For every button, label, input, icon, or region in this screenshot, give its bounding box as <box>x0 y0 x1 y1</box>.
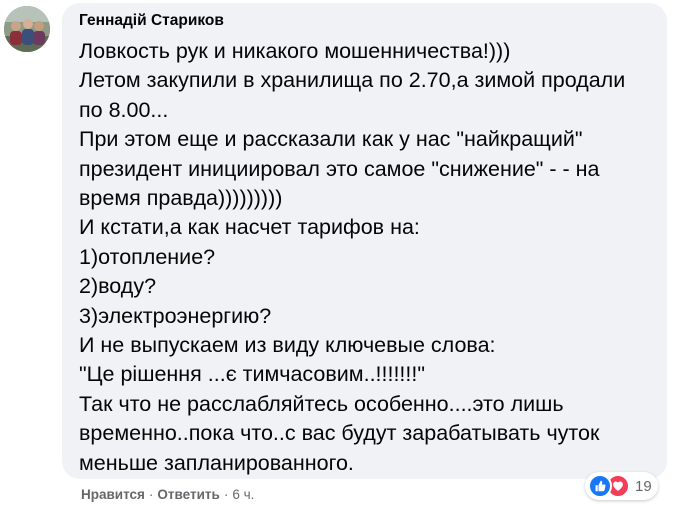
comment-text-line: по 8.00... <box>79 97 169 122</box>
comment-text-line: 2)воду? <box>79 274 157 299</box>
comment-author[interactable]: Геннадій Стариков <box>79 12 224 30</box>
comment-text-line: время правда))))))))) <box>79 186 283 211</box>
comment-actions: Нравится · Ответить · 6 ч. <box>81 487 254 502</box>
comment-text-line: 1)отопление? <box>79 244 216 269</box>
reaction-count: 19 <box>635 477 652 495</box>
comment-text-line: Летом закупили в хранилища по 2.70,а зим… <box>79 68 626 93</box>
comment-text-line: "Це рішення ...є тимчасовим..!!!!!!!" <box>79 362 425 387</box>
comment-text-line: президент инициировал это самое "снижени… <box>79 156 600 181</box>
comment-text-line: временно..пока что..с вас будут зарабаты… <box>79 421 600 446</box>
comment-text-line: И кстати,а как насчет тарифов на: <box>79 215 420 240</box>
comment-text: Ловкость рук и никакого мошенничества!))… <box>79 37 659 478</box>
comment-text-line: 3)электроэнергию? <box>79 303 272 328</box>
avatar[interactable] <box>4 6 50 52</box>
comment-text-line: Ловкость рук и никакого мошенничества!))… <box>79 39 511 63</box>
like-icon <box>588 474 612 498</box>
comment-text-line: Так что не расслабляйтесь особенно....эт… <box>79 391 564 416</box>
comment-timestamp[interactable]: 6 ч. <box>232 487 254 502</box>
comment-text-line: И не выпускаем из виду ключевые слова: <box>79 333 496 358</box>
reactions-summary[interactable]: 19 <box>585 472 658 500</box>
comment-bubble: Геннадій Стариков Ловкость рук и никаког… <box>62 3 667 479</box>
comment-text-line: меньше запланированного. <box>79 450 354 475</box>
separator: · <box>148 487 154 502</box>
reply-button[interactable]: Ответить <box>157 487 219 502</box>
comment: Геннадій Стариков Ловкость рук и никаког… <box>0 0 674 509</box>
avatar-photo <box>4 6 50 52</box>
comment-text-line: При этом еще и рассказали как у нас "най… <box>79 127 583 152</box>
separator: · <box>223 487 229 502</box>
like-button[interactable]: Нравится <box>81 487 145 502</box>
